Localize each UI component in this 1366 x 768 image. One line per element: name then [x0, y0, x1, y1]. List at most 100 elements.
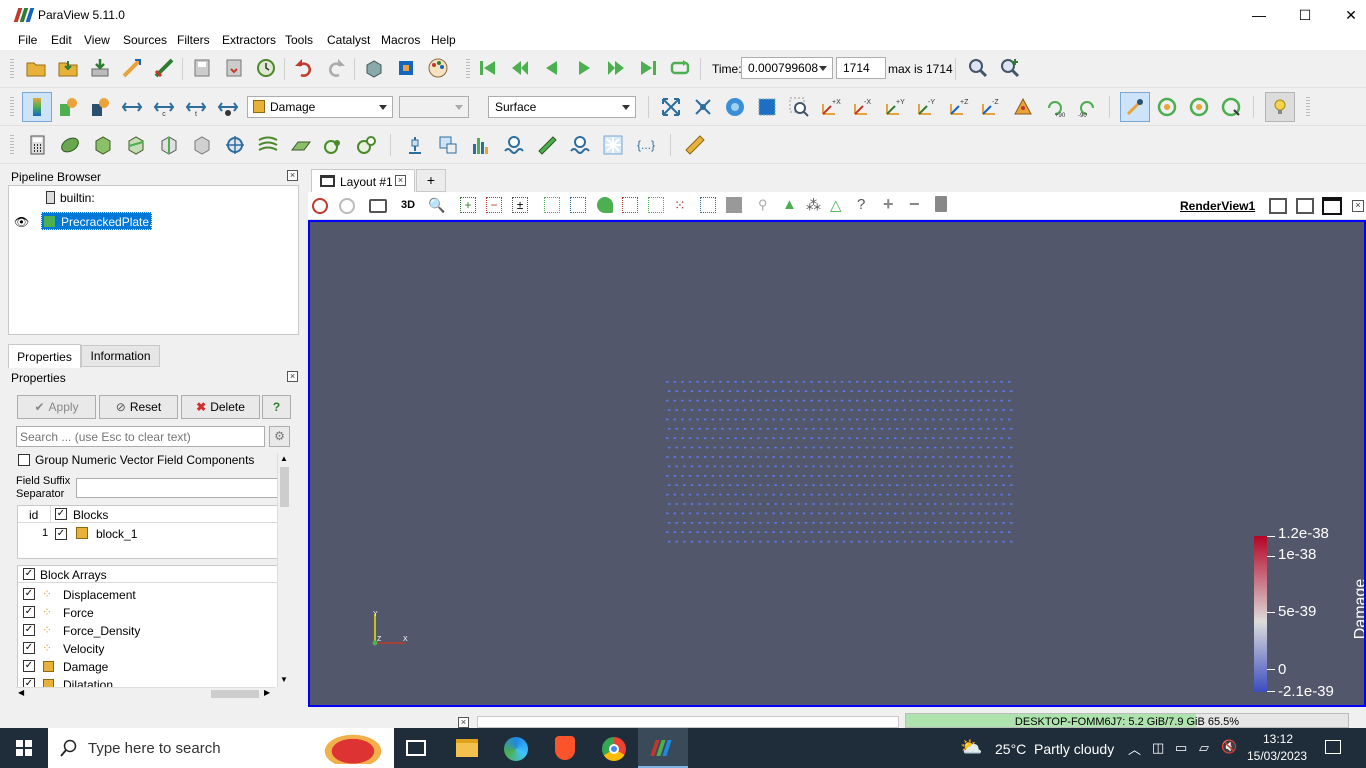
- warp-by-vector-icon[interactable]: [289, 133, 313, 157]
- add-layout-tab-button[interactable]: +: [416, 169, 446, 192]
- reset-camera-closest-icon[interactable]: [691, 95, 715, 119]
- select-points-icon[interactable]: [570, 197, 586, 213]
- status-close-icon[interactable]: ×: [458, 717, 469, 728]
- zoom-to-data-icon[interactable]: [966, 56, 990, 80]
- clip-icon[interactable]: [91, 133, 115, 157]
- glyph-icon[interactable]: [223, 133, 247, 157]
- hover-cells-icon[interactable]: [726, 197, 742, 213]
- plot-global-variables-icon[interactable]: [568, 133, 592, 157]
- last-frame-icon[interactable]: [636, 56, 660, 80]
- temporal-statistics-icon[interactable]: [601, 133, 625, 157]
- array-checkbox[interactable]: ✓: [23, 678, 35, 687]
- reset-session-icon[interactable]: [312, 198, 328, 214]
- menu-help[interactable]: Help: [431, 33, 456, 47]
- zoom-box-icon[interactable]: [787, 95, 811, 119]
- undo-icon[interactable]: [292, 56, 316, 80]
- grow-selection-icon[interactable]: ⚲: [758, 197, 768, 213]
- tab-information[interactable]: Information: [81, 345, 160, 367]
- color-by-combo[interactable]: Damage: [247, 96, 393, 118]
- isometric-view-icon[interactable]: [1011, 95, 1035, 119]
- reset-range-icon[interactable]: [120, 95, 144, 119]
- edge-browser-icon[interactable]: [504, 737, 528, 761]
- stream-tracer-icon[interactable]: [256, 133, 280, 157]
- show-hidden-icons-icon[interactable]: ︿: [1128, 739, 1141, 758]
- view-plus-y-icon[interactable]: +Y: [883, 95, 907, 119]
- array-checkbox[interactable]: ✓: [23, 606, 35, 618]
- menu-view[interactable]: View: [84, 33, 110, 47]
- scroll-up-icon[interactable]: ▲: [280, 454, 288, 463]
- weather-text[interactable]: 25°C Partly cloudy: [995, 741, 1114, 757]
- clear-history-icon[interactable]: [254, 56, 278, 80]
- contour-icon[interactable]: [58, 133, 82, 157]
- taskbar-search-box[interactable]: Type here to search: [48, 728, 394, 768]
- array-row-force[interactable]: ✓ ⁘ Force: [18, 604, 277, 622]
- delete-button[interactable]: ✖ Delete: [181, 395, 260, 419]
- disconnect-icon[interactable]: [152, 56, 176, 80]
- arrays-select-all-checkbox[interactable]: ✓: [23, 568, 35, 580]
- menu-sources[interactable]: Sources: [123, 33, 167, 47]
- camera-redo-icon[interactable]: [394, 56, 418, 80]
- block-1-label[interactable]: block_1: [96, 527, 137, 541]
- camera-undo-icon[interactable]: [362, 56, 386, 80]
- menu-extractors[interactable]: Extractors: [222, 33, 276, 47]
- select-cells-frustum-icon[interactable]: [597, 197, 613, 213]
- properties-vertical-scrollbar[interactable]: ▲ ▼: [277, 453, 290, 687]
- clear-selection-icon[interactable]: [935, 196, 947, 212]
- add-selection-icon[interactable]: +: [883, 194, 894, 215]
- tab-layout-1[interactable]: Layout #1 ×: [311, 169, 415, 192]
- view-minus-y-icon[interactable]: -Y: [915, 95, 939, 119]
- first-frame-icon[interactable]: [476, 56, 500, 80]
- load-state-icon[interactable]: [222, 56, 246, 80]
- capture-screenshot-icon[interactable]: [369, 199, 387, 213]
- array-row-force-density[interactable]: ✓ ⁘ Force_Density: [18, 622, 277, 640]
- zoom-to-box-icon[interactable]: [723, 95, 747, 119]
- interactive-select-icon[interactable]: ⁙: [674, 197, 686, 214]
- menu-catalyst[interactable]: Catalyst: [327, 33, 370, 47]
- paraview-taskbar-button[interactable]: [638, 728, 688, 768]
- volume-muted-icon[interactable]: 🔇: [1221, 739, 1237, 755]
- select-polygon-icon[interactable]: [622, 197, 638, 213]
- reset-center-icon[interactable]: [1187, 95, 1211, 119]
- hscroll-thumb[interactable]: [211, 690, 259, 698]
- menu-edit[interactable]: Edit: [51, 33, 72, 47]
- extract-subset-icon[interactable]: [190, 133, 214, 157]
- plot-selection-over-time-icon[interactable]: [535, 133, 559, 157]
- menu-filters[interactable]: Filters: [177, 33, 210, 47]
- show-orientation-axes-icon[interactable]: [1120, 92, 1150, 122]
- select-cells-icon[interactable]: [544, 197, 560, 213]
- render-view[interactable]: Y Z X 1.2e-38 1e-38 5e-39 0 -2.1e-39 Dam…: [308, 220, 1366, 707]
- open-recent-icon[interactable]: [56, 56, 80, 80]
- clock-date[interactable]: 15/03/2023: [1247, 749, 1307, 763]
- open-folder-icon[interactable]: [24, 56, 48, 80]
- array-row-displacement[interactable]: ✓ ⁘ Displacement: [18, 586, 277, 604]
- view-plus-x-icon[interactable]: +X: [819, 95, 843, 119]
- calculator-icon[interactable]: [25, 133, 49, 157]
- clock-time[interactable]: 13:12: [1263, 732, 1293, 746]
- group-numeric-checkbox[interactable]: [18, 454, 30, 466]
- toggle-color-legend-icon[interactable]: [22, 92, 52, 122]
- redo-camera-icon[interactable]: [339, 198, 355, 214]
- array-checkbox[interactable]: ✓: [23, 624, 35, 636]
- close-button[interactable]: ✕: [1328, 0, 1366, 30]
- maximize-view-icon[interactable]: [1322, 197, 1342, 215]
- representation-combo[interactable]: Surface: [488, 96, 636, 118]
- python-calculator-icon[interactable]: {...}: [634, 133, 658, 157]
- maximize-button[interactable]: ☐: [1282, 0, 1328, 30]
- time-value-combo[interactable]: 0.000799608: [741, 57, 833, 79]
- zoom-closest-icon[interactable]: [998, 56, 1022, 80]
- network-icon[interactable]: ◫: [1152, 740, 1164, 756]
- close-properties-icon[interactable]: ×: [287, 371, 298, 382]
- custom-range-icon[interactable]: c: [152, 95, 176, 119]
- array-row-dilatation[interactable]: ✓ Dilatation: [18, 676, 277, 687]
- advanced-gear-icon[interactable]: ⚙: [269, 426, 290, 447]
- show-center-icon[interactable]: [1155, 95, 1179, 119]
- array-row-damage[interactable]: ✓ Damage: [18, 658, 277, 676]
- hover-points-icon[interactable]: [700, 197, 716, 213]
- builtin-server-label[interactable]: builtin:: [60, 191, 95, 205]
- plot-data-over-time-icon[interactable]: [502, 133, 526, 157]
- extract-level-icon[interactable]: [355, 133, 379, 157]
- plot-selection-icon[interactable]: △: [830, 196, 842, 214]
- pipeline-item-precrackedplate[interactable]: PrecrackedPlate.e: [41, 212, 159, 230]
- component-combo[interactable]: [399, 96, 469, 118]
- view-minus-z-icon[interactable]: -Z: [979, 95, 1003, 119]
